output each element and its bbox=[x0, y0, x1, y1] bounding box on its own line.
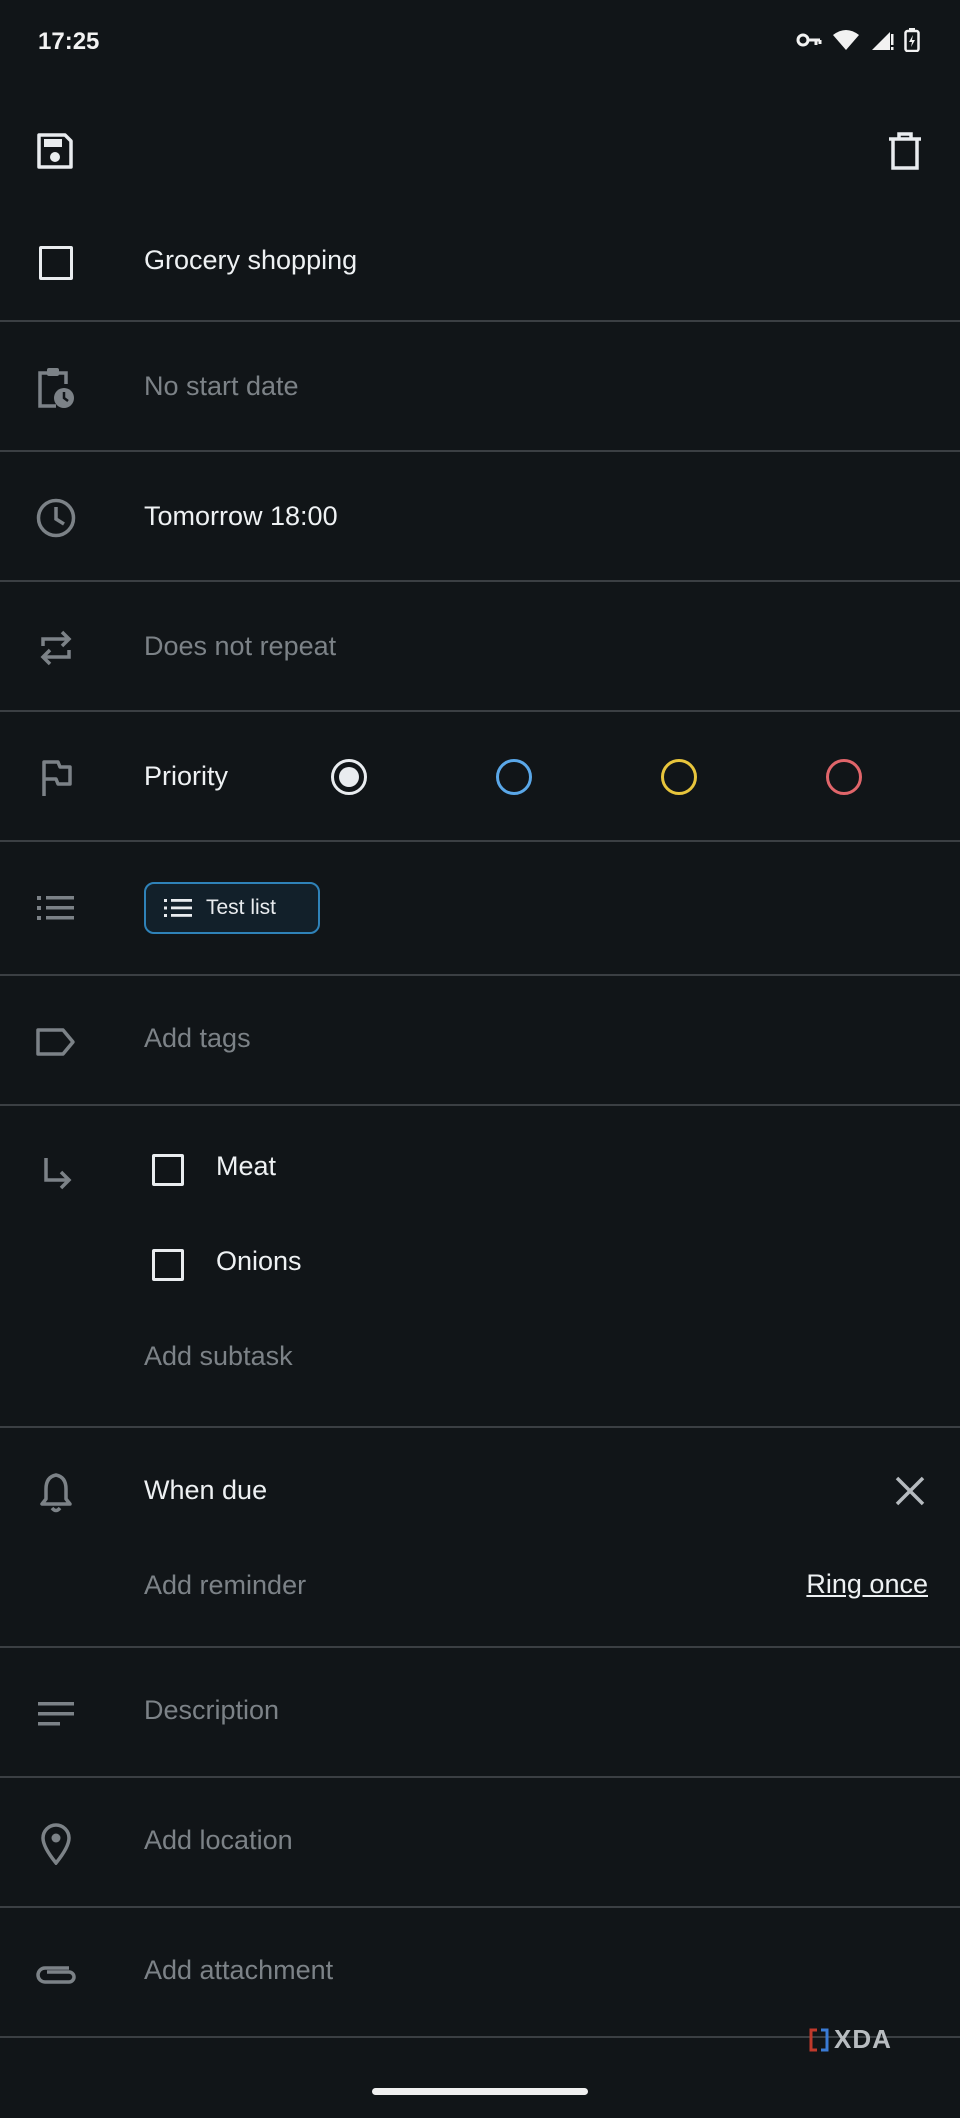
list-icon bbox=[32, 884, 80, 932]
subtask-checkbox-onions[interactable] bbox=[152, 1249, 184, 1281]
description-row[interactable]: Description bbox=[0, 1648, 960, 1778]
due-date-value: Tomorrow 18:00 bbox=[144, 501, 338, 531]
reminder-when-due: When due bbox=[144, 1475, 268, 1505]
status-icons bbox=[796, 28, 920, 52]
repeat-icon bbox=[32, 624, 80, 672]
toolbar bbox=[0, 100, 960, 200]
priority-option-none[interactable] bbox=[331, 759, 367, 795]
add-location: Add location bbox=[144, 1825, 293, 1855]
bell-icon bbox=[32, 1468, 80, 1516]
subtask-onions[interactable]: Onions bbox=[216, 1245, 302, 1277]
repeat-row[interactable]: Does not repeat bbox=[0, 582, 960, 712]
clock-icon bbox=[32, 494, 80, 542]
ring-once-link[interactable]: Ring once bbox=[806, 1569, 928, 1600]
xda-logo-icon bbox=[809, 2028, 829, 2051]
priority-option-medium[interactable] bbox=[661, 759, 697, 795]
subdirectory-arrow-icon bbox=[32, 1150, 80, 1198]
delete-button[interactable] bbox=[880, 126, 930, 176]
battery-charging-icon bbox=[904, 28, 920, 52]
priority-label: Priority bbox=[144, 761, 229, 791]
paperclip-icon bbox=[32, 1950, 80, 1998]
priority-option-low[interactable] bbox=[496, 759, 532, 795]
subtask-meat[interactable]: Meat bbox=[216, 1150, 276, 1182]
xda-watermark: XDA bbox=[808, 2024, 892, 2055]
list-chip[interactable]: Test list bbox=[144, 882, 320, 934]
tags-row[interactable]: Add tags bbox=[0, 976, 960, 1106]
add-attachment: Add attachment bbox=[144, 1955, 334, 1985]
status-time: 17:25 bbox=[38, 28, 100, 55]
start-date-row[interactable]: No start date bbox=[0, 322, 960, 452]
add-tags: Add tags bbox=[144, 1023, 251, 1053]
list-chip-label: Test list bbox=[206, 896, 277, 919]
task-complete-checkbox[interactable] bbox=[39, 246, 73, 280]
priority-option-high[interactable] bbox=[826, 759, 862, 795]
priority-row: Priority bbox=[0, 712, 960, 842]
close-icon bbox=[895, 1476, 925, 1506]
xda-watermark-text: XDA bbox=[834, 2024, 892, 2054]
remove-reminder-button[interactable] bbox=[893, 1474, 927, 1508]
gesture-nav-handle[interactable] bbox=[372, 2088, 588, 2095]
subtask-checkbox-meat[interactable] bbox=[152, 1154, 184, 1186]
reminders-row: When due Add reminder Ring once bbox=[0, 1428, 960, 1648]
repeat-value: Does not repeat bbox=[144, 631, 337, 661]
attachment-row[interactable]: Add attachment bbox=[0, 1908, 960, 2038]
wifi-icon bbox=[833, 30, 859, 50]
add-reminder[interactable]: Add reminder bbox=[144, 1569, 306, 1601]
priority-selected-dot bbox=[339, 767, 359, 787]
add-subtask[interactable]: Add subtask bbox=[144, 1340, 293, 1372]
trash-icon bbox=[889, 132, 921, 170]
location-pin-icon bbox=[32, 1820, 80, 1868]
task-title-row: Grocery shopping bbox=[0, 200, 960, 322]
save-button[interactable] bbox=[30, 126, 80, 176]
clipboard-clock-icon bbox=[32, 364, 80, 412]
label-icon bbox=[32, 1018, 80, 1066]
description-input: Description bbox=[144, 1695, 280, 1725]
flag-icon bbox=[32, 754, 80, 802]
notes-icon bbox=[32, 1690, 80, 1738]
save-icon bbox=[37, 133, 73, 169]
status-bar: 17:25 bbox=[0, 0, 960, 90]
location-row[interactable]: Add location bbox=[0, 1778, 960, 1908]
subtasks-row: Meat Onions Add subtask bbox=[0, 1106, 960, 1428]
vpn-key-icon bbox=[796, 33, 822, 47]
start-date-value: No start date bbox=[144, 371, 299, 401]
task-title-input[interactable]: Grocery shopping bbox=[144, 244, 357, 276]
signal-icon bbox=[872, 32, 894, 50]
due-date-row[interactable]: Tomorrow 18:00 bbox=[0, 452, 960, 582]
list-icon bbox=[164, 899, 192, 917]
